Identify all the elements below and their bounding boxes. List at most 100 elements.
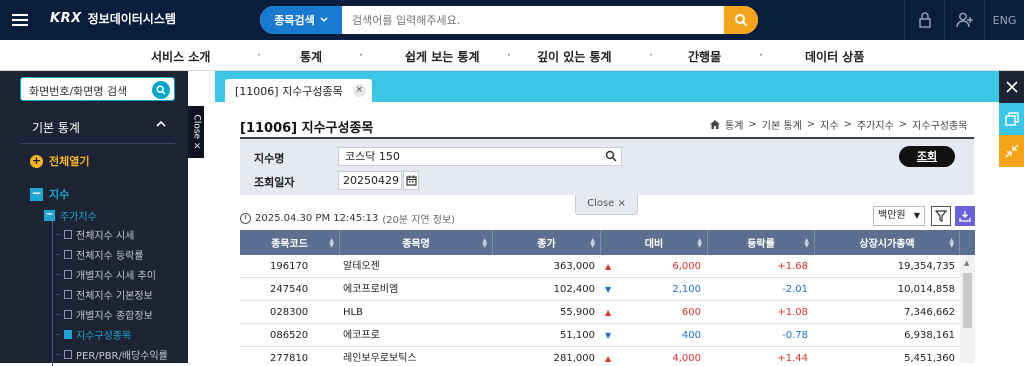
language-toggle[interactable]: ENG bbox=[984, 0, 1024, 40]
close-icon[interactable] bbox=[999, 71, 1024, 103]
tab-index-constituents[interactable]: [11006] 지수구성종목 × bbox=[225, 79, 372, 102]
column-header-label: 상장시가총액 bbox=[859, 239, 915, 250]
table-row[interactable]: 028300 HLB 55,900 ▲ 600 +1.08 7,346,662 bbox=[240, 301, 960, 324]
sort-icon: ▲ ▼ bbox=[590, 237, 595, 249]
logo-name: 정보데이터시스템 bbox=[87, 12, 176, 26]
nav-service-intro[interactable]: 서비스 소개 bbox=[151, 48, 210, 65]
sidebar-close-tab[interactable]: Close × bbox=[188, 106, 204, 158]
filter-button[interactable] bbox=[931, 206, 951, 226]
table-row[interactable]: 247540 에코프로비엠 102,400 ▼ 2,100 -2.01 10,0… bbox=[240, 278, 960, 301]
sidebar-section-title[interactable]: 기본 통계 bbox=[32, 119, 80, 136]
column-header-rate[interactable]: 등락률 ▲ ▼ bbox=[708, 230, 815, 255]
unit-select[interactable]: 백만원 ▼ bbox=[873, 206, 925, 226]
column-header-change[interactable]: 대비 ▲ ▼ bbox=[601, 230, 708, 255]
breadcrumb-separator: > bbox=[806, 119, 816, 130]
expand-all-button[interactable]: + 전체열기 bbox=[30, 153, 89, 169]
table-row[interactable]: 196170 알테오젠 363,000 ▲ 6,000 +1.68 19,354… bbox=[240, 255, 960, 278]
caret-down-icon: ▼ bbox=[913, 211, 920, 220]
breadcrumb-item[interactable]: 통계 bbox=[725, 117, 743, 132]
breadcrumb-separator: > bbox=[898, 119, 908, 130]
breadcrumb-item[interactable]: 기본 통계 bbox=[762, 117, 802, 132]
tree-leaf[interactable]: 전체지수 등락률 bbox=[56, 247, 144, 262]
search-category-dropdown[interactable]: 종목검색 bbox=[260, 6, 342, 34]
main-navigation: 서비스 소개 · 통계 · 쉽게 보는 통계 · 깊이 있는 통계 · 간행물 … bbox=[0, 40, 1024, 71]
clock-icon bbox=[240, 213, 251, 224]
submit-query-button[interactable]: 조회 bbox=[899, 146, 955, 167]
lock-icon[interactable] bbox=[904, 0, 944, 40]
column-header-market-cap[interactable]: 상장시가총액 ▲ ▼ bbox=[815, 230, 960, 255]
index-name-field[interactable]: 코스닥 150 bbox=[338, 147, 622, 166]
search-icon[interactable] bbox=[152, 81, 170, 99]
tree-leaf[interactable]: 개별지수 종합정보 bbox=[56, 307, 153, 322]
breadcrumb-item[interactable]: 주가지수 bbox=[857, 117, 894, 132]
tree-leaf[interactable]: 전체지수 기본정보 bbox=[56, 287, 153, 302]
search-button[interactable] bbox=[724, 6, 758, 34]
table-row[interactable]: 086520 에코프로 51,100 ▼ 400 -0.78 6,938,161 bbox=[240, 324, 960, 347]
tree-leaf-label: 지수구성종목 bbox=[76, 331, 132, 342]
tree-leaf-label: 전체지수 기본정보 bbox=[76, 291, 153, 302]
sidebar: 화면번호/화면명 검색 기본 통계 + 전체열기 − 지수 − 주가지수 전체지… bbox=[0, 71, 188, 366]
cell-close: 51,100 bbox=[560, 330, 595, 341]
cell-close: 55,900 bbox=[560, 307, 595, 318]
tree-leaf-active[interactable]: 지수구성종목 bbox=[56, 327, 131, 342]
collapse-icon[interactable] bbox=[999, 135, 1024, 167]
cell-rate: +1.68 bbox=[777, 261, 808, 272]
home-icon[interactable] bbox=[710, 120, 720, 129]
sort-icon: ▲ ▼ bbox=[804, 237, 809, 249]
column-header-close[interactable]: 종가 ▲ ▼ bbox=[493, 230, 601, 255]
tree-leaf[interactable]: 개별지수 시세 추이 bbox=[56, 267, 156, 282]
close-icon[interactable]: × bbox=[352, 84, 366, 97]
chevron-up-icon[interactable] bbox=[156, 117, 166, 130]
sort-icon: ▲ ▼ bbox=[482, 237, 487, 249]
column-header-code[interactable]: 종목코드 ▲ ▼ bbox=[240, 230, 340, 255]
nav-statistics[interactable]: 통계 bbox=[300, 48, 322, 65]
tab-label: [11006] 지수구성종목 bbox=[235, 84, 343, 98]
nav-publications[interactable]: 간행물 bbox=[688, 48, 721, 65]
global-search: 종목검색 bbox=[260, 6, 758, 34]
tree-leaf[interactable]: PER/PBR/배당수익률 bbox=[56, 347, 168, 362]
constituents-table: 종목코드 ▲ ▼ 종목명 ▲ ▼ 종가 ▲ ▼ 대비 ▲ ▼ 등락률 ▲ ▼ 상장시가총액 ▲ ▼ 19… bbox=[240, 230, 975, 363]
tree-leaf[interactable]: 전체지수 시세 bbox=[56, 227, 134, 242]
logo[interactable]: KRX 정보데이터시스템 bbox=[50, 10, 176, 27]
screen-search-input[interactable]: 화면번호/화면명 검색 bbox=[20, 77, 175, 101]
page-title: [11006] 지수구성종목 bbox=[240, 121, 374, 136]
tree-line bbox=[52, 221, 53, 366]
minus-square-icon: − bbox=[30, 185, 43, 201]
nav-easy-statistics[interactable]: 쉽게 보는 통계 bbox=[405, 48, 480, 65]
table-row[interactable]: 277810 레인보우로보틱스 281,000 ▲ 4,000 +1.44 5,… bbox=[240, 347, 960, 363]
cell-market-cap: 5,451,360 bbox=[904, 353, 955, 363]
delay-notice: (20분 지연 정보) bbox=[382, 215, 456, 226]
search-icon bbox=[735, 14, 748, 27]
menu-icon[interactable] bbox=[0, 0, 40, 40]
vertical-scrollbar[interactable]: ▲ bbox=[960, 255, 975, 363]
download-button[interactable] bbox=[955, 206, 975, 226]
cell-code: 028300 bbox=[270, 307, 309, 318]
calendar-icon[interactable] bbox=[403, 171, 419, 190]
cell-change: 600 bbox=[681, 307, 701, 318]
column-header-name[interactable]: 종목명 ▲ ▼ bbox=[340, 230, 493, 255]
cell-change: 400 bbox=[681, 330, 701, 341]
windows-icon[interactable] bbox=[999, 103, 1024, 135]
breadcrumb-separator: > bbox=[843, 119, 852, 130]
query-date-field[interactable]: 20250429 bbox=[338, 171, 402, 190]
scroll-up-icon[interactable]: ▲ bbox=[964, 259, 969, 267]
scrollbar-thumb[interactable] bbox=[963, 273, 972, 328]
nav-separator: · bbox=[759, 48, 763, 62]
unit-select-value: 백만원 bbox=[878, 210, 906, 221]
tree-leaf-label: 전체지수 시세 bbox=[76, 231, 135, 242]
cell-market-cap: 6,938,161 bbox=[904, 330, 955, 341]
nav-deep-statistics[interactable]: 깊이 있는 통계 bbox=[537, 48, 612, 65]
cell-name: 에코프로 bbox=[343, 330, 380, 341]
search-input[interactable] bbox=[352, 6, 722, 34]
breadcrumb-item[interactable]: 지수 bbox=[820, 117, 838, 132]
document-icon bbox=[64, 350, 72, 359]
document-icon bbox=[64, 270, 72, 279]
tree-node-index[interactable]: − 지수 bbox=[30, 186, 69, 202]
filter-close-toggle[interactable]: Close × bbox=[575, 195, 638, 215]
nav-data-products[interactable]: 데이터 상품 bbox=[805, 48, 864, 65]
divider bbox=[20, 143, 175, 144]
logo-brand: KRX bbox=[50, 11, 82, 26]
document-icon bbox=[64, 230, 72, 239]
search-icon[interactable] bbox=[605, 150, 617, 167]
add-user-icon[interactable] bbox=[944, 0, 984, 40]
